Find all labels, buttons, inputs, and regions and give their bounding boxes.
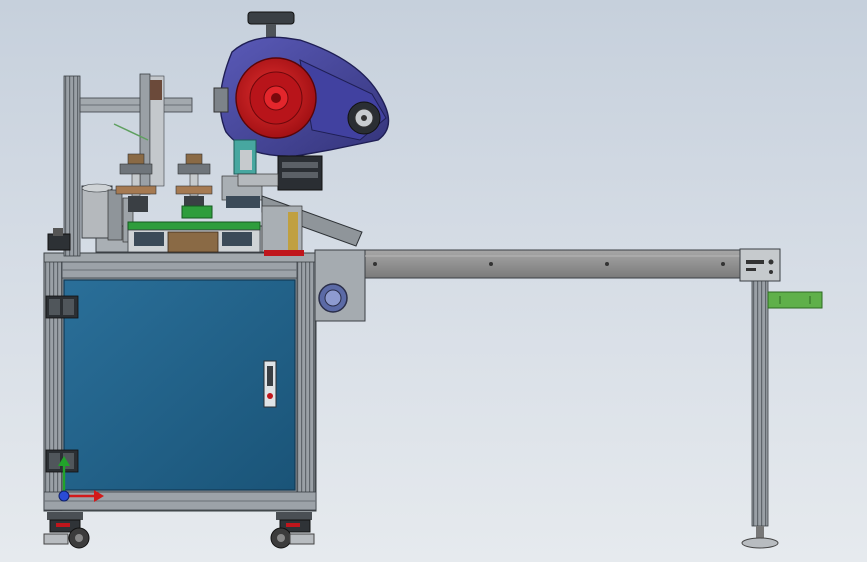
hinge-top [45,295,79,319]
caster-right [270,512,315,549]
conveyor-end-bracket [739,248,781,282]
conveyor-support-leg [741,280,823,549]
drive-unit [213,11,390,191]
machine-assembly-drawing[interactable] [0,0,867,562]
stop-block [767,291,823,309]
conveyor-rail [364,249,742,279]
frame-mid-post [139,73,151,195]
leveling-foot [741,537,779,549]
cad-viewport[interactable] [0,0,867,562]
material-roll [81,185,113,239]
caster-left [43,512,90,549]
pcb-track [127,221,261,231]
outfeed-conveyor [364,248,781,282]
handwheel-icon[interactable] [247,11,295,25]
frame-left-post [63,75,81,257]
cabinet [43,249,366,512]
triad-z-axis [58,490,70,502]
cabinet-right-post [296,261,316,511]
cabinet-door-panel[interactable] [63,279,296,491]
